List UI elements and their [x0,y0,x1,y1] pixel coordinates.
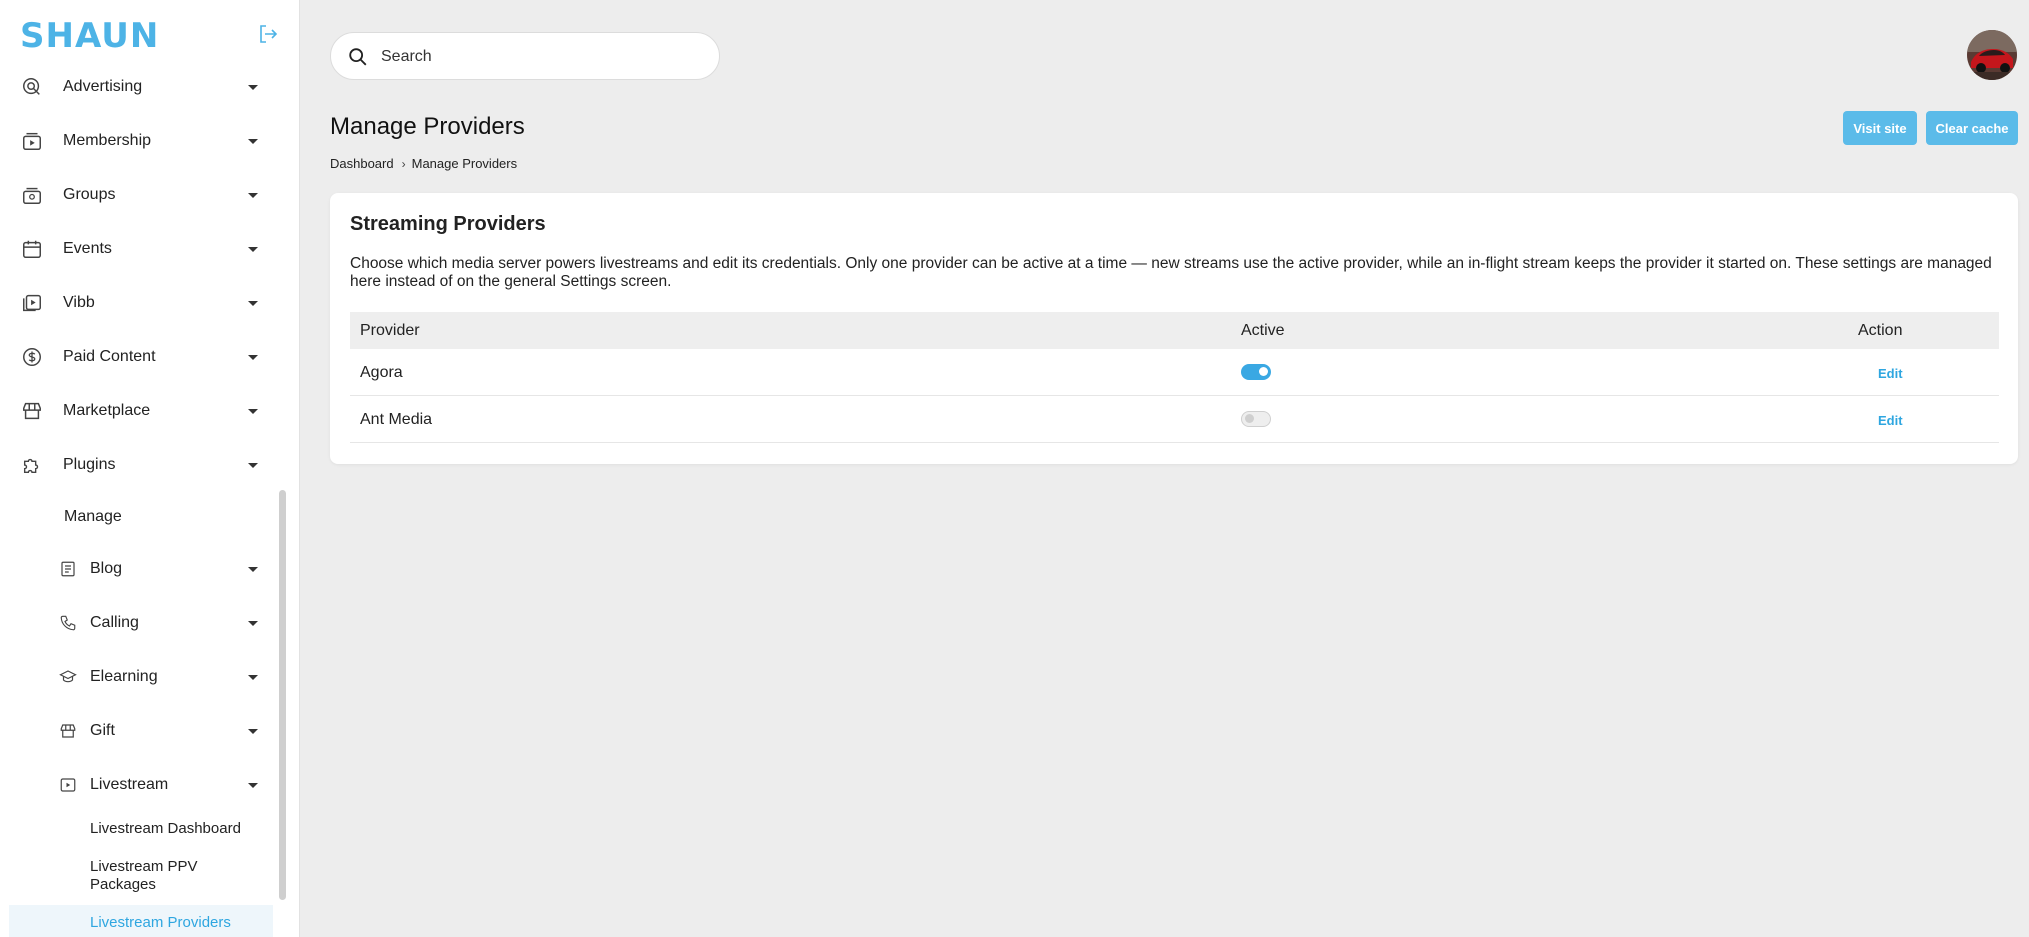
chevron-down-icon [248,354,258,360]
sidebar-scrollbar-thumb[interactable] [279,490,286,900]
chevron-down-icon [248,84,258,90]
active-toggle[interactable] [1241,411,1271,427]
sidebar-item-label: Plugins [63,456,116,473]
visit-site-button[interactable]: Visit site [1843,111,1917,145]
breadcrumb-current: Manage Providers [411,156,518,171]
membership-icon [23,132,41,150]
phone-icon [60,615,76,631]
sidebar-menu: Advertising Membership Groups Events Vib… [0,60,278,812]
providers-table: Provider Active Action Agora Edit Ant Me… [350,312,1999,443]
chevron-down-icon [248,728,258,734]
sidebar-item-label: Blog [90,560,123,577]
search-input[interactable] [381,45,701,69]
chevron-down-icon [248,620,258,626]
sidebar-item-advertising[interactable]: Advertising [0,60,278,114]
chevron-down-icon [248,674,258,680]
table-header: Provider Active Action [350,312,1999,349]
card-title: Streaming Providers [350,213,546,235]
breadcrumb-home-link[interactable]: Dashboard [330,156,394,171]
sidebar-item-label: Calling [90,614,139,631]
dollar-icon [23,348,41,366]
avatar[interactable] [1967,30,2017,80]
sidebar-item-label: Gift [90,722,115,739]
sidebar-item-label: Paid Content [63,348,156,365]
play-icon [60,778,76,792]
sidebar-item-label: Elearning [90,668,158,685]
table-row: Ant Media Edit [350,396,1999,443]
logo[interactable]: SHAUN [20,18,159,54]
sidebar: SHAUN Advertising Membership Groups Even… [0,0,300,937]
chevron-down-icon [248,138,258,144]
chevron-down-icon [248,300,258,306]
sidebar-item-calling[interactable]: Calling [0,596,278,650]
sidebar-item-label: Advertising [63,78,143,95]
chevron-down-icon [248,782,258,788]
search-icon [349,48,367,66]
sidebar-item-vibb[interactable]: Vibb [0,276,278,330]
chevron-down-icon [248,462,258,468]
provider-name: Ant Media [360,411,433,428]
blog-icon [61,561,75,577]
chevron-down-icon [248,192,258,198]
chevron-down-icon [248,408,258,414]
puzzle-icon [23,458,39,474]
sidebar-item-label: Livestream [90,776,169,793]
sidebar-item-marketplace[interactable]: Marketplace [0,384,278,438]
sidebar-item-paid-content[interactable]: Paid Content [0,330,278,384]
gift-icon [60,724,76,738]
sidebar-item-livestream-providers[interactable]: Livestream Providers [90,914,231,932]
advertising-icon [23,78,40,95]
sidebar-item-blog[interactable]: Blog [0,542,278,596]
avatar-image [1967,30,2017,80]
chevron-right-icon: › [401,156,406,171]
graduation-cap-icon [59,670,77,683]
active-toggle[interactable] [1241,364,1271,380]
toggle-knob [1245,414,1254,423]
sidebar-item-label: Manage [64,508,122,525]
search-box[interactable] [330,32,720,80]
toggle-knob [1259,367,1268,376]
sidebar-item-label: Vibb [63,294,95,311]
column-header-active: Active [1241,322,1285,339]
card-description: Choose which media server powers livestr… [350,255,1992,290]
store-icon [23,402,41,420]
collapse-sidebar-icon[interactable] [256,22,280,46]
sidebar-item-groups[interactable]: Groups [0,168,278,222]
chevron-down-icon [248,246,258,252]
page-title: Manage Providers [330,113,525,140]
groups-icon [23,187,41,204]
sidebar-item-label: Marketplace [63,402,151,419]
breadcrumb: Dashboard › Manage Providers [330,156,517,171]
sidebar-item-livestream[interactable]: Livestream [0,758,278,812]
sidebar-item-label: Membership [63,132,152,149]
sidebar-item-gift[interactable]: Gift [0,704,278,758]
edit-link[interactable]: Edit [1878,366,1903,381]
chevron-down-icon [248,566,258,572]
sidebar-item-membership[interactable]: Membership [0,114,278,168]
sidebar-item-label: Events [63,240,112,257]
sidebar-item-label: Groups [63,186,116,203]
streaming-providers-card: Streaming Providers Choose which media s… [330,193,2018,464]
clear-cache-button[interactable]: Clear cache [1926,111,2018,145]
sidebar-item-plugins-manage[interactable]: Manage [0,492,278,542]
sidebar-item-elearning[interactable]: Elearning [0,650,278,704]
table-row: Agora Edit [350,349,1999,396]
sidebar-item-livestream-ppv-packages[interactable]: Livestream PPV Packages [90,858,250,894]
sidebar-item-events[interactable]: Events [0,222,278,276]
sidebar-item-plugins[interactable]: Plugins [0,438,278,492]
calendar-icon [23,240,41,258]
column-header-action: Action [1858,322,1903,339]
sidebar-item-livestream-dashboard[interactable]: Livestream Dashboard [90,820,241,838]
column-header-provider: Provider [360,322,420,339]
provider-name: Agora [360,364,403,381]
edit-link[interactable]: Edit [1878,413,1903,428]
vibb-icon [23,294,41,312]
